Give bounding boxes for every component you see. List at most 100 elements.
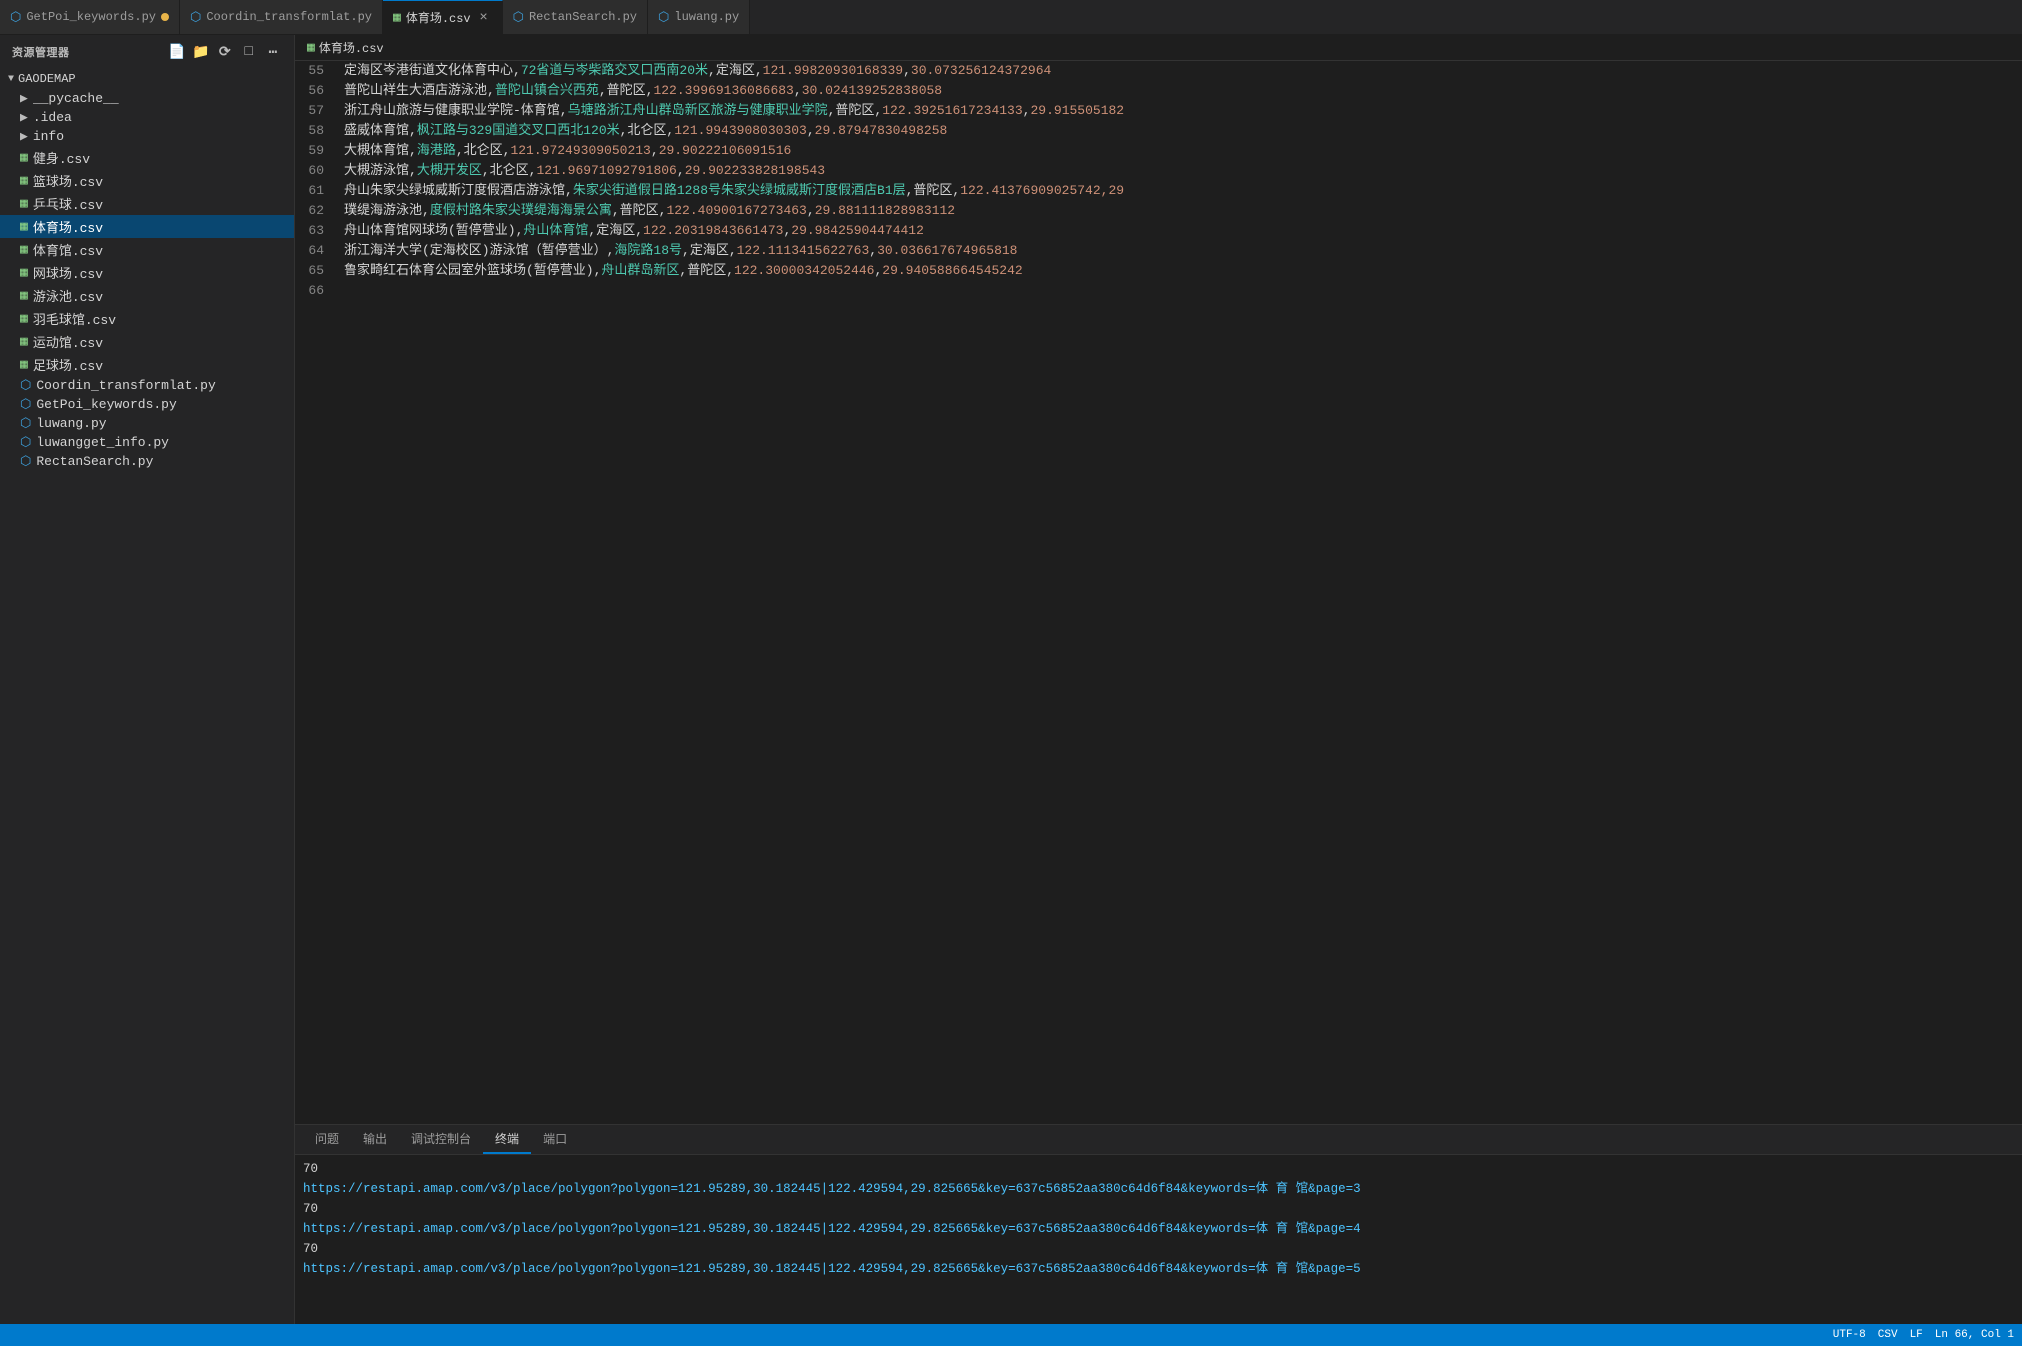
chevron-right-icon: ▶: [20, 129, 28, 144]
sidebar-item-pycache[interactable]: ▶ __pycache__: [0, 89, 294, 108]
breadcrumb-path: 体育场.csv: [319, 39, 384, 56]
sidebar-item-zuqiuchang[interactable]: ▦足球场.csv: [0, 353, 294, 376]
tab-close-button[interactable]: ×: [476, 10, 492, 26]
sidebar-item-info[interactable]: ▶ info: [0, 127, 294, 146]
sidebar-item-luwang[interactable]: ⬡luwang.py: [0, 414, 294, 433]
tab-label: 体育场.csv: [406, 9, 471, 26]
status-item: CSV: [1878, 1329, 1898, 1341]
collapse-icon[interactable]: □: [240, 43, 258, 61]
tab-icon-py: ⬡: [513, 10, 524, 25]
line-number: 55: [295, 61, 340, 81]
csv-file-icon: ▦: [20, 265, 28, 280]
panel-tab-tiaoshi[interactable]: 调试控制台: [399, 1125, 483, 1154]
sidebar-item-label: 羽毛球馆.csv: [33, 309, 286, 328]
csv-file-icon: ▦: [20, 196, 28, 211]
table-row: 60大槻游泳馆,大槻开发区,北仑区,121.96971092791806,29.…: [295, 161, 2022, 181]
tab-bar: ⬡GetPoi_keywords.py⬡Coordin_transformlat…: [0, 0, 2022, 35]
sidebar-item-label: 乒乓球.csv: [33, 194, 286, 213]
sidebar-item-rectansearch[interactable]: ⬡RectanSearch.py: [0, 452, 294, 471]
tab-tab-getpoi[interactable]: ⬡GetPoi_keywords.py: [0, 0, 180, 34]
line-number: 57: [295, 101, 340, 121]
refresh-icon[interactable]: ⟳: [216, 43, 234, 61]
tab-label: RectanSearch.py: [529, 10, 637, 24]
terminal-line: https://restapi.amap.com/v3/place/polygo…: [303, 1179, 2014, 1199]
editor-area: ▦ 体育场.csv 55定海区岑港街道文化体育中心,72省道与岑柴路交叉口西南2…: [295, 35, 2022, 1324]
py-file-icon: ⬡: [20, 416, 31, 431]
sidebar-item-label: GetPoi_keywords.py: [36, 397, 286, 412]
panel-tabs: 问题输出调试控制台终端端口: [295, 1125, 2022, 1155]
new-folder-icon[interactable]: 📁: [192, 43, 210, 61]
sidebar-item-yundongguan[interactable]: ▦运动馆.csv: [0, 330, 294, 353]
sidebar-item-label: 网球场.csv: [33, 263, 286, 282]
sidebar-item-idea[interactable]: ▶ .idea: [0, 108, 294, 127]
panel-tab-duankou[interactable]: 端口: [531, 1125, 579, 1154]
panel-tab-wenti[interactable]: 问题: [303, 1125, 351, 1154]
py-file-icon: ⬡: [20, 397, 31, 412]
line-number: 59: [295, 141, 340, 161]
sidebar-root-label: GAODEMAP: [18, 72, 76, 86]
tab-tab-coordin[interactable]: ⬡Coordin_transformlat.py: [180, 0, 383, 34]
tab-icon-py: ⬡: [658, 10, 669, 25]
panel-tab-shuchu[interactable]: 输出: [351, 1125, 399, 1154]
sidebar-item-label: 健身.csv: [33, 148, 286, 167]
sidebar-item-label: 篮球场.csv: [33, 171, 286, 190]
line-content: 定海区岑港街道文化体育中心,72省道与岑柴路交叉口西南20米,定海区,121.9…: [340, 61, 2022, 81]
csv-file-icon: ▦: [20, 242, 28, 257]
py-file-icon: ⬡: [20, 435, 31, 450]
line-number: 63: [295, 221, 340, 241]
sidebar-item-coordin[interactable]: ⬡ Coordin_transformlat.py: [0, 376, 294, 395]
line-number: 66: [295, 281, 340, 301]
sidebar-root[interactable]: ▼ GAODEMAP: [0, 69, 294, 89]
sidebar-title: 资源管理器: [12, 44, 70, 60]
py-file-icon: ⬡: [20, 378, 31, 393]
line-content: 浙江海洋大学(定海校区)游泳馆（暂停营业）,海院路18号,定海区,122.111…: [340, 241, 2022, 261]
sidebar-header-actions: 📄 📁 ⟳ □ ⋯: [168, 43, 282, 61]
line-number: 61: [295, 181, 340, 201]
panel-tab-zhongduan[interactable]: 终端: [483, 1125, 531, 1154]
csv-file-icon: ▦: [20, 219, 28, 234]
chevron-right-icon: ▶: [20, 110, 28, 125]
sidebar-item-yumaoqiuguan[interactable]: ▦ 羽毛球馆.csv: [0, 307, 294, 330]
py-file-icon: ⬡: [20, 454, 31, 469]
sidebar-item-luwangget[interactable]: ⬡luwangget_info.py: [0, 433, 294, 452]
tab-icon-csv: ▦: [393, 10, 401, 25]
table-row: 63舟山体育馆网球场(暂停营业),舟山体育馆,定海区,122.203198436…: [295, 221, 2022, 241]
code-editor[interactable]: 55定海区岑港街道文化体育中心,72省道与岑柴路交叉口西南20米,定海区,121…: [295, 61, 2022, 1124]
tab-tab-tiyuchang[interactable]: ▦ 体育场.csv ×: [383, 0, 503, 34]
csv-file-icon: ▦: [20, 173, 28, 188]
terminal-content[interactable]: 70https://restapi.amap.com/v3/place/poly…: [295, 1155, 2022, 1324]
sidebar-item-lanqiuchang[interactable]: ▦ 篮球场.csv: [0, 169, 294, 192]
csv-file-icon: ▦: [20, 288, 28, 303]
csv-file-icon: ▦: [20, 334, 28, 349]
tab-tab-luwang[interactable]: ⬡ luwang.py: [648, 0, 750, 34]
status-item: LF: [1910, 1329, 1923, 1341]
tab-tab-rectansearch[interactable]: ⬡ RectanSearch.py: [503, 0, 648, 34]
table-row: 56普陀山祥生大酒店游泳池,普陀山镇合兴西苑,普陀区,122.399691360…: [295, 81, 2022, 101]
sidebar-item-label: info: [33, 129, 286, 144]
line-content: 浙江舟山旅游与健康职业学院-体育馆,乌塘路浙江舟山群岛新区旅游与健康职业学院,普…: [340, 101, 2022, 121]
terminal-line: 70: [303, 1199, 2014, 1219]
tab-label: luwang.py: [674, 10, 739, 24]
line-content: 鲁家畸红石体育公园室外篮球场(暂停营业),舟山群岛新区,普陀区,122.3000…: [340, 261, 2022, 281]
sidebar-item-label: .idea: [33, 110, 286, 125]
line-content: 大槻游泳馆,大槻开发区,北仑区,121.96971092791806,29.90…: [340, 161, 2022, 181]
line-content: [340, 281, 2022, 301]
line-content: 盛威体育馆,枫江路与329国道交叉口西北120米,北仑区,121.9943908…: [340, 121, 2022, 141]
sidebar: 资源管理器 📄 📁 ⟳ □ ⋯ ▼ GAODEMAP ▶ __pycache__…: [0, 35, 295, 1324]
csv-file-icon: ▦: [20, 311, 28, 326]
sidebar-item-getpoi[interactable]: ⬡ GetPoi_keywords.py: [0, 395, 294, 414]
sidebar-item-tiyuchang[interactable]: ▦体育场.csv: [0, 215, 294, 238]
sidebar-item-pingpangqiu[interactable]: ▦ 乒乓球.csv: [0, 192, 294, 215]
sidebar-item-wangqiuchang[interactable]: ▦ 网球场.csv: [0, 261, 294, 284]
new-file-icon[interactable]: 📄: [168, 43, 186, 61]
sidebar-items-container: ▶ __pycache__▶ .idea▶ info▦健身.csv▦篮球场.cs…: [0, 89, 294, 471]
sidebar-item-label: 游泳池.csv: [33, 286, 286, 305]
status-bar: UTF-8CSVLFLn 66, Col 1: [0, 1324, 2022, 1346]
line-content: 舟山体育馆网球场(暂停营业),舟山体育馆,定海区,122.20319843661…: [340, 221, 2022, 241]
more-icon[interactable]: ⋯: [264, 43, 282, 61]
sidebar-item-youyongchi[interactable]: ▦ 游泳池.csv: [0, 284, 294, 307]
sidebar-item-jianshen[interactable]: ▦健身.csv: [0, 146, 294, 169]
table-row: 59大槻体育馆,海港路,北仑区,121.97249309050213,29.90…: [295, 141, 2022, 161]
sidebar-item-tiyuguan[interactable]: ▦体育馆.csv: [0, 238, 294, 261]
sidebar-item-label: Coordin_transformlat.py: [36, 378, 286, 393]
